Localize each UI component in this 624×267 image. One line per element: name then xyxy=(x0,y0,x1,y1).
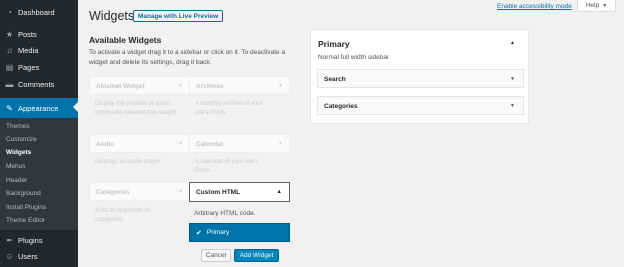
available-widgets-description: To activate a widget drag it to a sideba… xyxy=(89,49,286,66)
widget-description: Displays an audio player. xyxy=(95,159,162,165)
widget-title: Custom HTML xyxy=(196,189,241,196)
menu-label: Appearance xyxy=(18,103,59,113)
user-icon: ☺ xyxy=(5,252,14,261)
admin-sidebar: ◔ Dashboard ★ Posts ♫ Media ▤ Pages ▬ Co… xyxy=(0,0,78,267)
help-label: Help xyxy=(585,2,600,9)
sidebar-widget-categories[interactable]: Categories ▼ xyxy=(317,96,524,115)
sidebar-widget-search[interactable]: Search ▼ xyxy=(317,69,524,88)
menu-item-pages[interactable]: ▤ Pages xyxy=(0,59,78,76)
widget-title: Search xyxy=(324,76,346,83)
menu-item-users[interactable]: ☺ Users xyxy=(0,248,78,265)
menu-item-media[interactable]: ♫ Media xyxy=(0,42,78,59)
widget-custom-html[interactable]: Custom HTML ▲ xyxy=(189,182,290,202)
chevron-down-icon: ▼ xyxy=(510,76,515,82)
submenu-item-background[interactable]: Background xyxy=(6,190,41,197)
menu-item-plugins[interactable]: ✒ Plugins xyxy=(0,232,78,249)
appearance-submenu: Themes Customize Widgets Menus Header Ba… xyxy=(0,118,78,230)
primary-sidebar-description: Normal full width sidebar xyxy=(318,54,390,61)
submenu-item-menus[interactable]: Menus xyxy=(6,163,26,170)
submenu-item-theme-editor[interactable]: Theme Editor xyxy=(6,217,45,224)
menu-item-comments[interactable]: ▬ Comments xyxy=(0,76,78,93)
widget-title: Categories xyxy=(96,189,130,196)
plug-icon: ✒ xyxy=(6,236,13,245)
submenu-item-themes[interactable]: Themes xyxy=(6,123,29,130)
cancel-button[interactable]: Cancel xyxy=(201,249,231,262)
submenu-item-header[interactable]: Header xyxy=(6,177,27,184)
check-icon: ✔ xyxy=(196,229,202,237)
menu-label: Users xyxy=(18,252,38,261)
widget-title: Categories xyxy=(324,103,358,110)
menu-label: Plugins xyxy=(18,236,43,245)
widget-description: A calendar of your site's Posts. xyxy=(195,159,259,174)
chevron-down-icon: ▼ xyxy=(278,141,283,147)
submenu-item-customize[interactable]: Customize xyxy=(6,136,37,143)
brush-icon: ✎ xyxy=(6,103,13,113)
widget-description: A monthly archive of your site's Posts. xyxy=(195,101,263,116)
chevron-down-icon: ▼ xyxy=(178,83,183,89)
available-widgets-title: Available Widgets xyxy=(89,35,162,45)
widget-description: Display the number of spam comments Akis… xyxy=(95,101,177,116)
menu-item-dashboard[interactable]: ◔ Dashboard xyxy=(0,4,78,21)
chevron-up-icon[interactable]: ▲ xyxy=(510,40,515,46)
widget-title: Calendar xyxy=(196,141,224,148)
menu-label: Pages xyxy=(18,63,40,72)
chooser-option-label: Primary xyxy=(206,229,230,236)
chevron-down-icon: ▼ xyxy=(510,103,515,109)
comment-icon: ▬ xyxy=(5,80,14,89)
manage-live-preview-button[interactable]: Manage with Live Preview xyxy=(133,10,224,22)
chevron-down-icon: ▼ xyxy=(278,83,283,89)
widget-audio[interactable]: Audio ▼ xyxy=(89,134,190,153)
widget-description: Arbitrary HTML code. xyxy=(194,210,256,217)
widget-title: Audio xyxy=(96,141,115,148)
menu-label: Media xyxy=(18,46,39,55)
menu-label: Dashboard xyxy=(18,8,55,17)
media-icon: ♫ xyxy=(6,46,13,55)
add-widget-button[interactable]: Add Widget xyxy=(234,249,279,262)
widget-archives[interactable]: Archives ▼ xyxy=(189,76,290,95)
menu-label: Posts xyxy=(18,30,37,39)
pages-icon: ▤ xyxy=(5,63,14,72)
chevron-up-icon: ▲ xyxy=(276,189,282,195)
menu-item-posts[interactable]: ★ Posts xyxy=(0,26,78,43)
widget-akismet[interactable]: Akismet Widget ▼ xyxy=(89,76,190,95)
widget-title: Archives xyxy=(196,83,224,90)
sidebar-chooser-option-primary[interactable]: ✔ Primary xyxy=(189,223,290,242)
menu-label: Comments xyxy=(18,80,55,89)
help-tab[interactable]: Help ▼ xyxy=(577,0,616,12)
submenu-item-widgets[interactable]: Widgets xyxy=(6,149,31,156)
primary-sidebar-title[interactable]: Primary xyxy=(318,39,350,49)
submenu-item-install-plugins[interactable]: Install Plugins xyxy=(6,204,46,211)
pin-icon: ★ xyxy=(5,30,14,39)
widget-description: A list or dropdown of categories. xyxy=(95,208,150,223)
widget-title: Akismet Widget xyxy=(96,83,145,90)
chevron-down-icon: ▼ xyxy=(178,141,183,147)
page-title: Widgets xyxy=(89,9,135,23)
chevron-down-icon: ▼ xyxy=(602,2,608,9)
widget-calendar[interactable]: Calendar ▼ xyxy=(189,134,290,153)
accessibility-mode-link[interactable]: Enable accessibility mode xyxy=(497,3,572,10)
primary-sidebar-panel: Primary ▲ Normal full width sidebar Sear… xyxy=(310,29,529,124)
dashboard-icon: ◔ xyxy=(7,8,12,17)
chevron-down-icon: ▼ xyxy=(178,189,183,195)
menu-item-appearance[interactable]: ✎ Appearance xyxy=(0,98,78,118)
widget-categories[interactable]: Categories ▼ xyxy=(89,182,190,201)
